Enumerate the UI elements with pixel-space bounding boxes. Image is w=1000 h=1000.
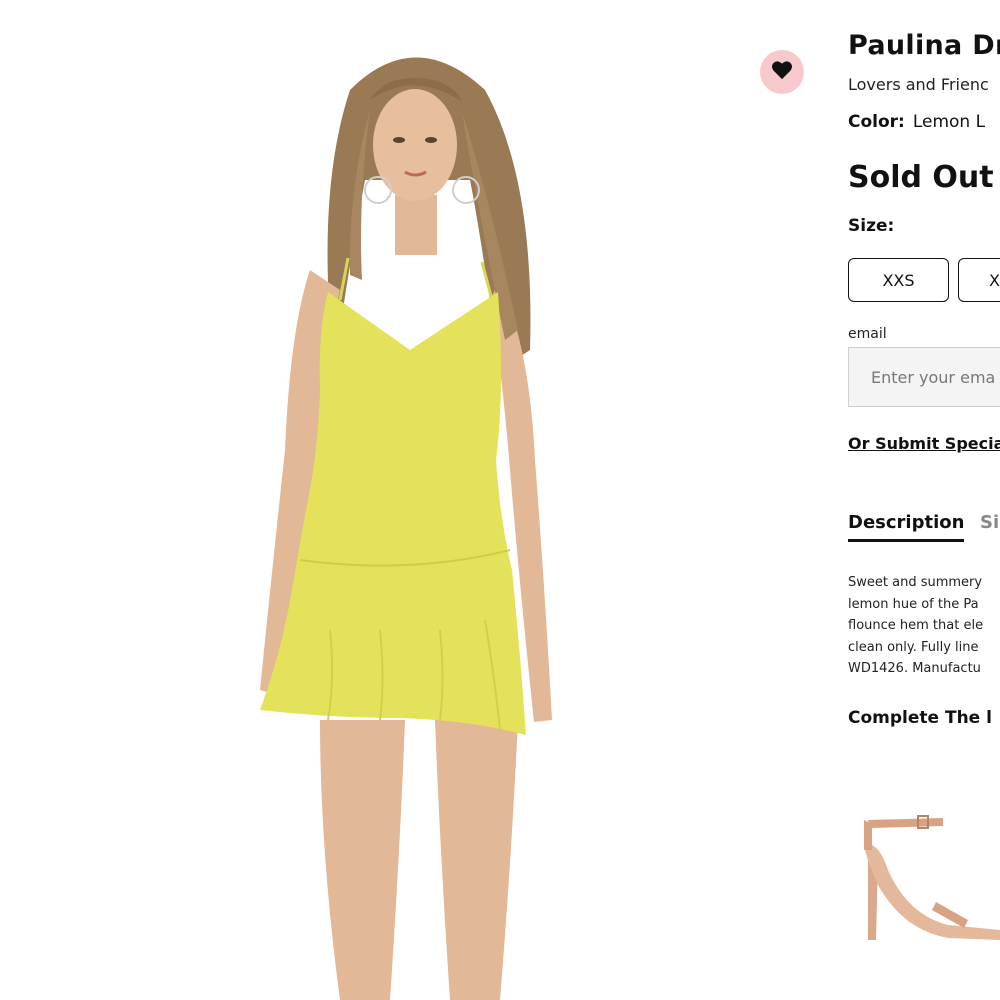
heart-icon [771, 60, 793, 84]
email-label: email [848, 326, 887, 342]
color-row: Color: Lemon L [848, 112, 1000, 132]
description-line: lemon hue of the Pa [848, 596, 979, 612]
description-line: Sweet and summery [848, 575, 983, 590]
product-description: Sweet and summery lemon hue of the Pa fl… [848, 572, 1000, 680]
tab-description[interactable]: Description [848, 512, 965, 542]
size-option-xs[interactable]: X [958, 258, 1000, 302]
description-line: flounce hem that ele [848, 618, 984, 633]
size-label: Size: [848, 216, 895, 236]
special-order-link[interactable]: Or Submit Special [848, 434, 1000, 453]
product-image[interactable] [200, 30, 640, 1000]
product-title: Paulina Dr [848, 30, 1000, 61]
brand-link[interactable]: Lovers and Frienc [848, 75, 1000, 94]
email-input[interactable] [848, 347, 1000, 407]
description-line: clean only. Fully line [848, 639, 979, 655]
size-option-xxs[interactable]: XXS [848, 258, 949, 302]
color-label: Color: [848, 112, 905, 132]
sold-out-status: Sold Out [848, 160, 994, 195]
product-info-panel: Paulina Dr Lovers and Frienc Color: Lemon… [848, 0, 1000, 1000]
color-value: Lemon L [912, 112, 986, 132]
recommended-product-sandal[interactable] [848, 790, 1000, 950]
wishlist-button[interactable] [760, 50, 804, 94]
description-line: WD1426. Manufactu [848, 661, 981, 676]
complete-the-look-heading: Complete The l [848, 708, 992, 728]
tab-size-fit[interactable]: Si [980, 512, 999, 539]
